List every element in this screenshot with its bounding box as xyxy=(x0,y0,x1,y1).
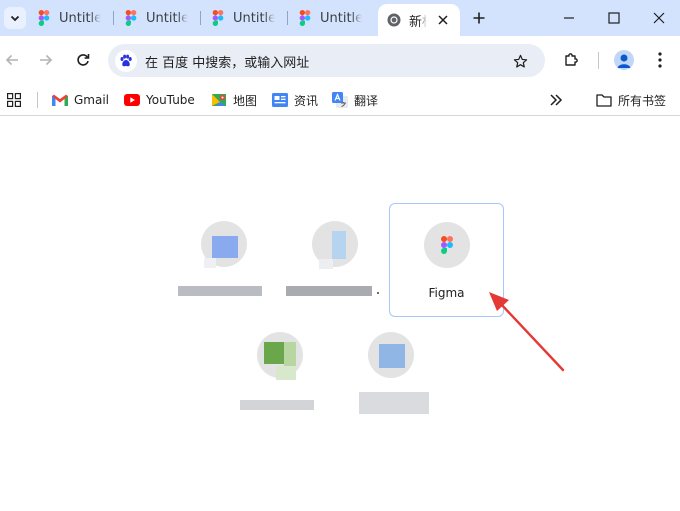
bookmark-youtube[interactable]: YouTube xyxy=(124,89,195,111)
reload-button[interactable] xyxy=(71,48,95,72)
tab-label: Untitled xyxy=(146,10,188,26)
forward-button[interactable] xyxy=(34,48,58,72)
bookmark-label: 地图 xyxy=(233,93,258,108)
close-icon xyxy=(653,12,665,24)
figma-icon xyxy=(212,10,224,26)
tab-search-button[interactable] xyxy=(4,7,26,29)
figma-icon xyxy=(38,10,50,26)
pixelated-block xyxy=(284,342,296,366)
pixelated-favicon xyxy=(332,231,346,259)
person-icon xyxy=(617,54,631,68)
bookmark-news[interactable]: 资讯 xyxy=(272,89,318,111)
shortcut-tile-5[interactable] xyxy=(335,314,447,426)
tab-new-tab-active[interactable]: 新标签页 xyxy=(378,4,460,36)
maximize-icon xyxy=(608,12,620,24)
news-icon xyxy=(272,93,288,107)
close-tab-button[interactable] xyxy=(434,11,452,29)
pixelated-block xyxy=(319,259,333,269)
pixelated-favicon xyxy=(212,236,238,258)
tab-divider xyxy=(287,11,288,25)
shortcut-tile-4[interactable] xyxy=(224,314,336,426)
tab-untitled-2[interactable]: Untitled xyxy=(115,4,201,32)
reload-icon xyxy=(77,54,90,66)
chrome-icon xyxy=(387,13,401,27)
plus-icon xyxy=(473,12,485,24)
pixelated-label xyxy=(359,392,429,414)
bookmarks-overflow-button[interactable] xyxy=(549,89,563,111)
extensions-button[interactable] xyxy=(559,48,583,72)
back-button[interactable] xyxy=(0,48,24,72)
pixelated-favicon xyxy=(379,344,405,368)
maximize-button[interactable] xyxy=(602,6,626,30)
shortcut-tile-1[interactable] xyxy=(168,203,280,315)
chevron-down-icon xyxy=(10,15,20,22)
tab-divider xyxy=(113,11,114,25)
bookmark-label: 翻译 xyxy=(354,93,379,108)
tab-label: Untitled xyxy=(233,10,275,26)
star-icon xyxy=(513,54,527,68)
tab-label: Untitled xyxy=(59,10,101,26)
tab-label: Untitled xyxy=(320,10,362,26)
puzzle-icon xyxy=(565,53,578,66)
toolbar-divider xyxy=(598,52,599,69)
tab-strip: Untitled Untitled Untitled Untitled xyxy=(0,0,680,36)
browser-toolbar: 在 百度 中搜索，或输入网址 xyxy=(0,36,680,84)
tab-label: 新标签页 xyxy=(409,14,427,30)
pixelated-label xyxy=(240,400,314,410)
omnibox-text: 在 百度 中搜索，或输入网址 xyxy=(145,56,310,71)
chrome-menu-button[interactable] xyxy=(648,48,672,72)
new-tab-button[interactable] xyxy=(468,7,490,29)
close-icon xyxy=(438,15,448,25)
pixelated-label xyxy=(178,286,262,296)
site-info-button[interactable] xyxy=(115,50,137,72)
pixelated-favicon xyxy=(264,342,284,364)
shortcut-label: Figma xyxy=(428,286,465,300)
bookmarks-divider xyxy=(37,92,38,108)
tab-untitled-3[interactable]: Untitled xyxy=(202,4,288,32)
shortcut-figma[interactable]: Figma xyxy=(389,203,504,317)
minimize-icon xyxy=(564,17,574,19)
figma-icon xyxy=(441,236,453,254)
arrow-right-icon xyxy=(40,54,53,66)
apps-button[interactable] xyxy=(7,89,21,111)
arrow-left-icon xyxy=(5,54,18,66)
minimize-button[interactable] xyxy=(557,6,581,30)
pixelated-label xyxy=(286,286,372,296)
figma-icon xyxy=(125,10,137,26)
pixelated-dot xyxy=(377,292,379,294)
chevron-double-right-icon xyxy=(550,94,563,106)
gmail-icon xyxy=(52,94,68,106)
close-window-button[interactable] xyxy=(647,6,671,30)
more-vert-icon xyxy=(658,52,662,68)
translate-icon xyxy=(332,92,348,108)
all-bookmarks-label: 所有书签 xyxy=(618,93,667,108)
baidu-paw-icon xyxy=(120,54,132,67)
youtube-icon xyxy=(124,94,140,106)
apps-grid-icon xyxy=(7,93,21,107)
profile-avatar-button[interactable] xyxy=(614,50,634,70)
pixelated-block xyxy=(276,366,296,380)
tab-divider xyxy=(200,11,201,25)
bookmark-translate[interactable]: 翻译 xyxy=(332,89,378,111)
bookmark-label: YouTube xyxy=(146,93,195,107)
bookmark-label: Gmail xyxy=(74,93,110,107)
tab-untitled-1[interactable]: Untitled xyxy=(28,4,114,32)
figma-icon xyxy=(299,10,311,26)
bookmark-star-button[interactable] xyxy=(510,51,530,71)
bookmarks-bar: Gmail YouTube 地图 资讯 翻译 所有书签 xyxy=(0,84,680,116)
bookmark-maps[interactable]: 地图 xyxy=(211,89,257,111)
shortcut-favicon xyxy=(424,222,470,268)
bookmark-label: 资讯 xyxy=(294,93,319,108)
address-bar[interactable]: 在 百度 中搜索，或输入网址 xyxy=(108,44,545,77)
tab-untitled-4[interactable]: Untitled xyxy=(289,4,375,32)
all-bookmarks-button[interactable]: 所有书签 xyxy=(596,89,666,111)
shortcut-tile-2[interactable] xyxy=(279,203,391,315)
pixelated-block xyxy=(204,258,216,268)
maps-icon xyxy=(212,94,226,106)
bookmark-gmail[interactable]: Gmail xyxy=(52,89,109,111)
folder-icon xyxy=(596,93,612,107)
